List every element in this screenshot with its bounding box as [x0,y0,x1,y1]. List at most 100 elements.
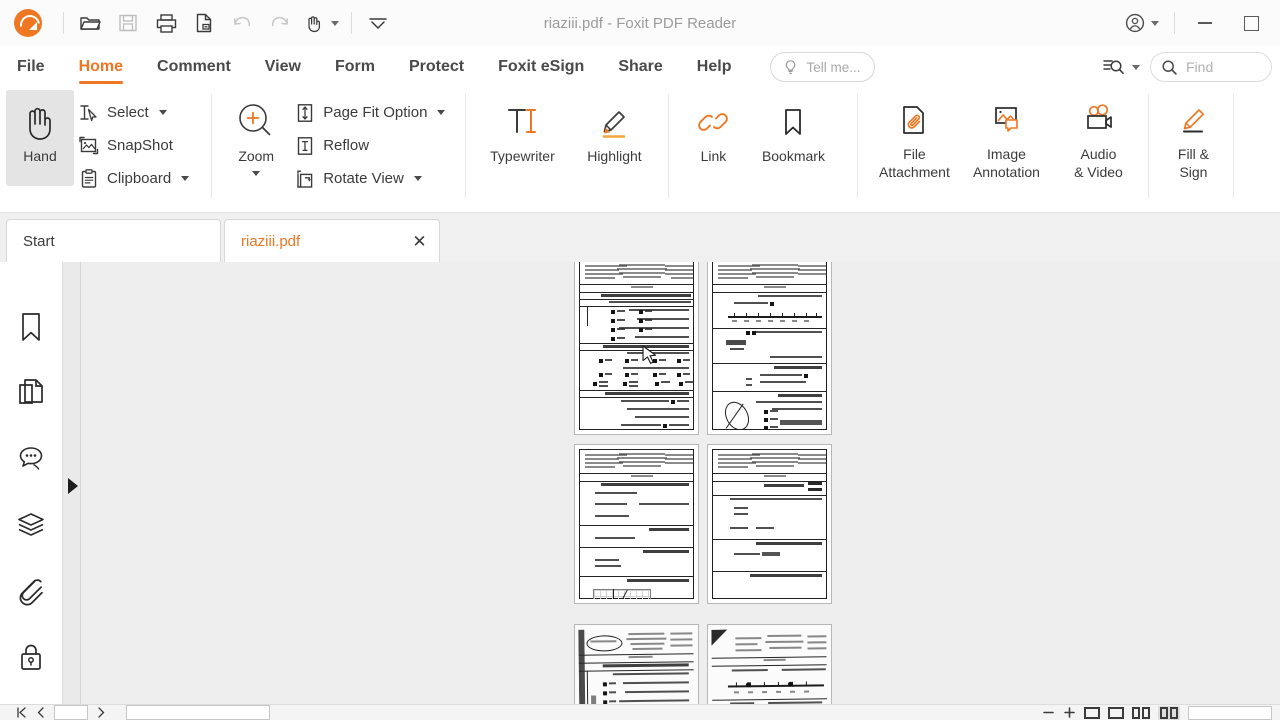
zoom-level-input[interactable] [1188,705,1272,720]
first-page-icon[interactable] [16,707,28,718]
clipboard-button-label: Clipboard [107,170,172,187]
document-viewport[interactable] [81,262,1280,720]
sidebar-item-layers[interactable] [9,492,53,558]
lightbulb-icon [786,59,796,74]
doc-tab-start[interactable]: Start [6,219,221,262]
title-bar: riaziii.pdf - Foxit PDF Reader [0,0,1280,46]
sidebar-item-page-thumbnails[interactable] [9,360,53,426]
audio-video-button[interactable]: Audio & Video [1052,90,1144,186]
ribbon-group-markup: Typewriter Highlight [476,88,660,205]
number-line-2 [727,684,824,688]
menu-tab-share[interactable]: Share [601,46,679,88]
tell-me-placeholder: Tell me... [806,59,861,75]
hand-tool-icon[interactable] [299,4,329,42]
previous-page-icon[interactable] [36,707,46,718]
customize-toolbar-chevron-icon[interactable] [359,4,397,42]
ribbon-divider-5 [1148,94,1150,198]
fill-and-sign-button[interactable]: Fill & Sign [1159,90,1227,186]
page-3-content [579,449,694,599]
next-page-icon[interactable] [96,707,106,718]
page-label-box[interactable] [126,705,270,720]
menu-tab-protect[interactable]: Protect [392,46,481,88]
zoom-dropdown-icon[interactable] [252,170,261,176]
print-icon[interactable] [147,4,185,42]
select-button[interactable]: Select [74,98,197,127]
sidebar-item-bookmarks[interactable] [9,294,53,360]
open-folder-icon[interactable] [71,4,109,42]
foxit-pdf-reader-window: riaziii.pdf - Foxit PDF Reader File Home… [0,0,1280,720]
file-attachment-button[interactable]: File Attachment [868,90,960,186]
page-thumbnail-2[interactable] [707,262,832,435]
typewriter-icon [508,109,537,133]
zoom-in-status-icon[interactable] [1063,707,1076,718]
select-button-label: Select [107,104,149,121]
image-annotation-label-line2: Annotation [972,163,1040,180]
page-fit-dropdown-icon[interactable] [437,110,446,115]
clipboard-dropdown-icon[interactable] [181,176,190,181]
create-pdf-icon[interactable] [185,4,223,42]
continuous-view-icon[interactable] [1108,706,1124,719]
typewriter-button[interactable]: Typewriter [476,90,568,186]
select-dropdown-icon[interactable] [158,110,167,115]
audio-video-label-line1: Audio [1080,146,1117,162]
undo-icon [223,4,261,42]
hand-button-label: Hand [23,148,57,164]
link-button[interactable]: Link [679,90,747,186]
two-page-continuous-view-icon[interactable] [1158,705,1180,720]
find-placeholder: Find [1186,59,1214,75]
hand-tool-dropdown-icon[interactable] [331,20,339,26]
status-bar-right [1042,705,1272,720]
highlight-button[interactable]: Highlight [568,90,660,186]
clipboard-button[interactable]: Clipboard [74,164,197,193]
save-icon[interactable] [109,4,147,42]
rotate-view-button[interactable]: Rotate View [290,164,453,193]
bookmark-button[interactable]: Bookmark [747,90,839,186]
menu-tab-file[interactable]: File [0,46,62,88]
page-thumbnail-1[interactable] [574,262,699,435]
tell-me-box[interactable]: Tell me... [770,52,876,82]
rotate-view-dropdown-icon[interactable] [413,176,422,181]
close-icon[interactable]: ✕ [410,232,429,251]
two-page-view-icon[interactable] [1132,706,1150,719]
menu-tab-help[interactable]: Help [680,46,749,88]
page-number-input[interactable] [54,705,88,720]
snapshot-button-label: SnapShot [107,137,173,154]
snapshot-button[interactable]: SnapShot [74,131,197,160]
menu-tab-foxit-esign[interactable]: Foxit eSign [481,46,601,88]
page-thumbnail-3[interactable] [574,444,699,604]
ribbon-divider-4 [857,94,859,198]
sidebar-item-security[interactable] [9,624,53,690]
minimize-button[interactable] [1182,0,1228,46]
zoom-in-icon [239,104,271,136]
navigation-rail [0,262,63,720]
menu-tab-home[interactable]: Home [62,46,140,88]
expand-panel-arrow-icon[interactable] [68,478,78,494]
image-annotation-button[interactable]: Image Annotation [960,90,1052,186]
menu-tab-comment[interactable]: Comment [140,46,248,88]
status-bar-left [0,705,270,720]
page-fit-option-button[interactable]: Page Fit Option [290,98,453,127]
sidebar-item-comments[interactable] [9,426,53,492]
reflow-button-label: Reflow [323,137,370,154]
file-attachment-label-line2: Attachment [879,163,950,180]
maximize-button[interactable] [1228,0,1274,46]
fill-and-sign-icon [1183,109,1205,133]
reflow-icon [298,136,313,155]
menu-tab-view[interactable]: View [248,46,318,88]
panel-expander[interactable] [63,262,81,720]
account-button[interactable] [1116,12,1167,34]
zoom-out-icon[interactable] [1042,707,1055,718]
account-dropdown-icon[interactable] [1151,20,1159,26]
zoom-button[interactable]: Zoom [222,90,290,186]
sidebar-item-attachments[interactable] [9,558,53,624]
search-options-dropdown-icon[interactable] [1132,64,1140,70]
reflow-button[interactable]: Reflow [290,131,453,160]
find-box[interactable]: Find [1150,52,1272,82]
hand-button[interactable]: Hand [6,90,74,186]
menu-tab-form[interactable]: Form [318,46,392,88]
page-thumbnail-4[interactable] [707,444,832,604]
single-page-view-icon[interactable] [1084,706,1100,719]
search-options-icon[interactable] [1102,55,1128,79]
hand-icon [29,107,51,140]
doc-tab-riaziii[interactable]: riaziii.pdf ✕ [224,219,440,262]
